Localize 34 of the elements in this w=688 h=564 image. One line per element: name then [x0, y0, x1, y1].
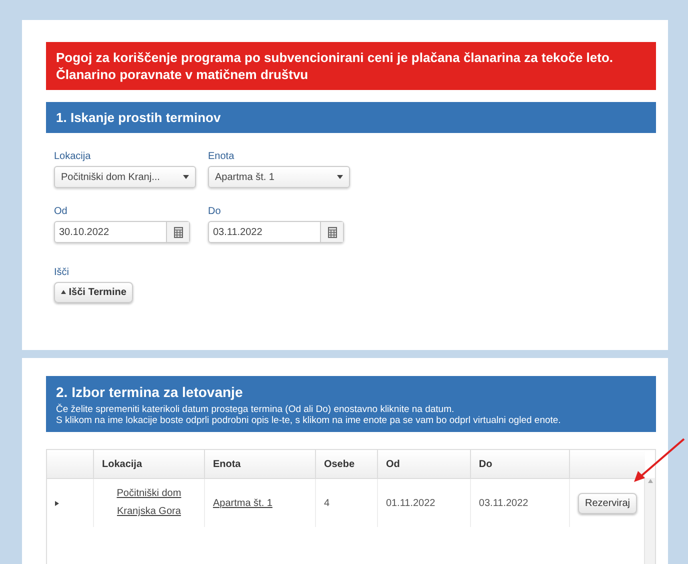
column-header[interactable]: Od — [377, 450, 470, 478]
location-link[interactable]: Počitniški dom Kranjska Gora — [108, 485, 189, 521]
unit-link[interactable]: Apartma št. 1 — [212, 498, 272, 508]
table-cell[interactable]: 01.11.2022 — [377, 478, 470, 527]
search-button[interactable]: Išči Termine — [54, 282, 134, 303]
field-label: Do — [208, 206, 221, 217]
notice-banner: Pogoj za koriščenje programa po subvencionirani ceni je plačana članarina za tekoče leto. Članarino poravnate v matičnem društvu — [46, 42, 656, 90]
caret-icon — [337, 175, 343, 179]
reserve-button[interactable]: Rezerviraj — [578, 492, 637, 514]
help-text: Če želite spremeniti katerikoli datum prostega termina (Od ali Do) enostavno kliknite na datum. — [56, 404, 456, 415]
scrollbar[interactable] — [644, 478, 655, 564]
field-label: Enota — [208, 151, 234, 162]
column-header[interactable]: Enota — [204, 450, 316, 478]
column-header[interactable]: Do — [470, 450, 570, 478]
calendar-icon[interactable] — [328, 226, 336, 238]
table-cell: 4 — [315, 478, 378, 527]
date-field[interactable]: 03.11.2022 — [208, 221, 344, 243]
expand-icon[interactable] — [55, 500, 59, 506]
panel-title: 2. Izbor termina za letovanje — [56, 384, 244, 400]
caret-icon — [183, 175, 189, 179]
field-label: Od — [54, 206, 68, 217]
field-label: Lokacija — [54, 151, 91, 162]
dropdown[interactable]: Počitniški dom Kranj... — [54, 166, 196, 188]
date-field[interactable]: 30.10.2022 — [54, 221, 190, 243]
panel-title: 1. Iskanje prostih terminov — [46, 102, 656, 133]
table-cell[interactable]: 03.11.2022 — [470, 478, 570, 527]
triangle-icon — [61, 290, 66, 294]
column-header[interactable]: Osebe — [315, 450, 378, 478]
help-text: S klikom na ime lokacije boste odprli podrobni opis le-te, s klikom na ime enote pa se vam bo odprl virtualni ogled enote. — [56, 415, 562, 426]
field-label: Išči — [54, 267, 69, 278]
column-header[interactable]: Lokacija — [93, 450, 204, 478]
annotation-arrow — [632, 438, 686, 484]
calendar-icon[interactable] — [174, 226, 182, 238]
dropdown[interactable]: Apartma št. 1 — [208, 166, 350, 188]
